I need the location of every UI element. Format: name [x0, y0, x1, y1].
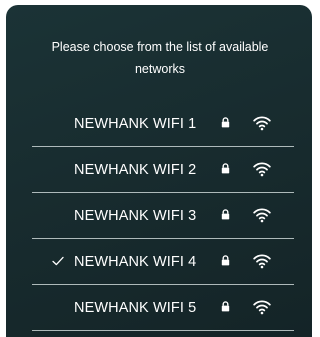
divider: [32, 330, 294, 331]
network-list-prompt: Please choose from the list of available…: [51, 40, 269, 76]
network-name: NEWHANK WIFI 3: [74, 208, 197, 224]
lock-icon: [221, 255, 230, 266]
wifi-signal-icon: [253, 162, 271, 177]
wifi-signal-icon: [253, 116, 271, 131]
network-item-1[interactable]: NEWHANK WIFI 1: [6, 101, 312, 147]
lock-icon: [221, 117, 230, 128]
network-item-2[interactable]: NEWHANK WIFI 2: [6, 147, 312, 193]
network-list: NEWHANK WIFI 1 NEWHANK WIFI 2 NEWHANK WI…: [6, 101, 312, 331]
lock-icon: [221, 209, 230, 220]
wifi-network-panel: Please choose from the list of available…: [6, 5, 312, 337]
wifi-signal-icon: [253, 254, 271, 269]
lock-icon: [221, 301, 230, 312]
network-item-4[interactable]: NEWHANK WIFI 4: [6, 239, 312, 285]
network-item-5[interactable]: NEWHANK WIFI 5: [6, 285, 312, 331]
wifi-signal-icon: [253, 300, 271, 315]
wifi-signal-icon: [253, 208, 271, 223]
network-name: NEWHANK WIFI 2: [74, 162, 197, 178]
network-name: NEWHANK WIFI 5: [74, 300, 197, 316]
network-name: NEWHANK WIFI 1: [74, 116, 197, 132]
network-name: NEWHANK WIFI 4: [74, 254, 197, 270]
lock-icon: [221, 163, 230, 174]
network-item-3[interactable]: NEWHANK WIFI 3: [6, 193, 312, 239]
checkmark-icon: [52, 256, 64, 266]
